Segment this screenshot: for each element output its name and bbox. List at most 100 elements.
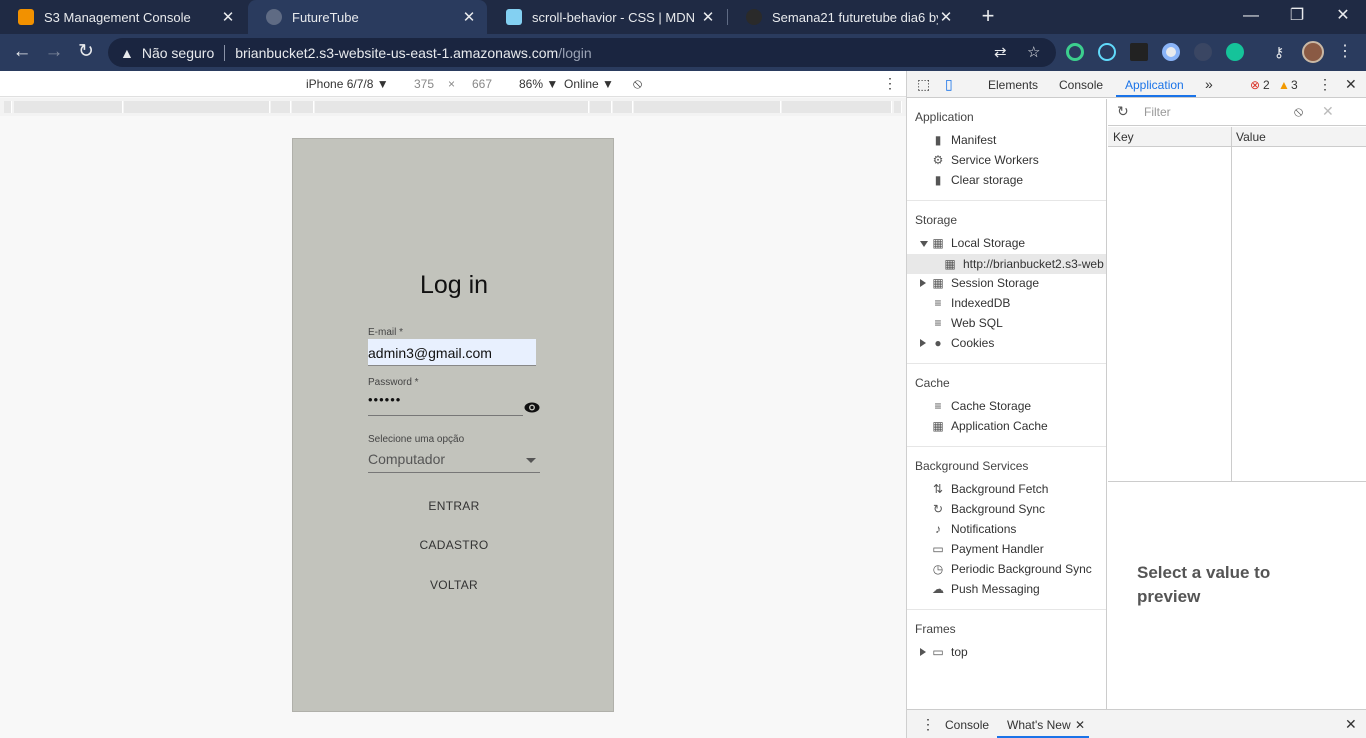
sidebar-item-session-storage[interactable]: ▦ Session Storage	[931, 276, 1039, 290]
clear-all-icon[interactable]: ⦸	[1294, 103, 1303, 120]
sidebar-item-background-fetch[interactable]: ⇅ Background Fetch	[931, 482, 1048, 496]
storage-table-body[interactable]	[1108, 147, 1366, 482]
eye-icon[interactable]	[524, 402, 540, 413]
enter-button[interactable]: ENTRAR	[293, 499, 615, 513]
sidebar-item-payment-handler[interactable]: ▭ Payment Handler	[931, 542, 1043, 556]
reload-button[interactable]: ↻	[73, 40, 99, 66]
close-tab-icon[interactable]: ✕	[700, 8, 716, 26]
ruler-segment[interactable]	[124, 101, 270, 113]
tab-elements[interactable]: Elements	[988, 78, 1038, 92]
close-tab-icon[interactable]: ✕	[1075, 718, 1085, 732]
ruler-segment[interactable]	[894, 101, 902, 113]
device-toggle-icon[interactable]: ▯	[945, 76, 953, 93]
collapsed-arrow-icon[interactable]	[920, 279, 926, 287]
bookmark-star-icon[interactable]: ☆	[1027, 38, 1040, 67]
tab-s3-console[interactable]: S3 Management Console ✕	[0, 0, 246, 34]
address-bar[interactable]: ▲ Não seguro brianbucket2.s3-website-us-…	[108, 38, 1056, 67]
sidebar-item-cookies[interactable]: ● Cookies	[931, 336, 994, 350]
device-select[interactable]: iPhone 6/7/8 ▼	[306, 77, 389, 91]
minimize-button[interactable]: —	[1228, 0, 1274, 34]
menu-icon[interactable]: ⋮	[1336, 43, 1354, 61]
refresh-icon[interactable]: ↻	[1117, 103, 1129, 120]
device-height[interactable]: 667	[472, 77, 492, 91]
warning-count[interactable]: 3	[1291, 78, 1298, 92]
more-tabs-icon[interactable]: »	[1205, 76, 1213, 92]
ruler-segment[interactable]	[14, 101, 123, 113]
close-tab-icon[interactable]: ✕	[461, 8, 477, 26]
ruler-segment[interactable]	[271, 101, 291, 113]
drawer-tab-whats-new[interactable]: What's New	[1007, 718, 1071, 732]
sidebar-item-periodic-sync[interactable]: ◷ Periodic Background Sync	[931, 562, 1092, 576]
back-page-button[interactable]: VOLTAR	[293, 578, 615, 592]
warning-icon[interactable]: ▲	[1278, 78, 1290, 92]
tab-mdn[interactable]: scroll-behavior - CSS | MDN ✕	[488, 0, 726, 34]
inspect-icon[interactable]: ⬚	[917, 76, 930, 93]
delete-selected-icon[interactable]: ✕	[1322, 103, 1334, 120]
sidebar-item-clear-storage[interactable]: ▮ Clear storage	[931, 173, 1023, 187]
ruler-segment[interactable]	[292, 101, 314, 113]
column-value[interactable]: Value	[1236, 130, 1266, 144]
sidebar-item-websql[interactable]: ≡ Web SQL	[931, 316, 1002, 330]
extension-icon[interactable]	[1194, 43, 1212, 61]
sidebar-item-indexeddb[interactable]: ≡ IndexedDB	[931, 296, 1010, 310]
restore-button[interactable]: ❐	[1274, 0, 1320, 34]
ruler-segment[interactable]	[4, 101, 12, 113]
close-window-button[interactable]: ✕	[1320, 0, 1366, 34]
network-select[interactable]: Online ▼	[564, 77, 614, 91]
extension-icon[interactable]	[1130, 43, 1148, 61]
ruler-segment[interactable]	[315, 101, 589, 113]
tab-github[interactable]: Semana21 futuretube dia6 by Bri ✕	[728, 0, 964, 34]
sidebar-item-push-messaging[interactable]: ☁ Push Messaging	[931, 582, 1040, 596]
column-key[interactable]: Key	[1113, 130, 1134, 144]
sidebar-item-frame-top[interactable]: ▭ top	[931, 645, 967, 659]
sidebar-item-local-storage[interactable]: ▦ Local Storage	[931, 236, 1025, 250]
error-icon[interactable]: ⊗	[1250, 78, 1260, 92]
filter-input[interactable]: Filter	[1142, 103, 1274, 122]
zoom-select[interactable]: 86% ▼	[519, 77, 558, 91]
close-drawer-icon[interactable]: ✕	[1345, 716, 1357, 733]
sidebar-item-service-workers[interactable]: ⚙ Service Workers	[931, 153, 1039, 167]
device-width[interactable]: 375	[414, 77, 434, 91]
register-button[interactable]: CADASTRO	[293, 538, 615, 552]
sidebar-item-application-cache[interactable]: ▦ Application Cache	[931, 419, 1047, 433]
translate-icon[interactable]: ⇄	[994, 38, 1007, 67]
extension-icon[interactable]	[1162, 43, 1180, 61]
grammarly-icon[interactable]	[1226, 43, 1244, 61]
error-count[interactable]: 2	[1263, 78, 1270, 92]
warning-icon[interactable]: ▲	[120, 45, 134, 61]
settings-menu-icon[interactable]: ⋮	[1318, 76, 1332, 93]
more-options-icon[interactable]: ⋮	[883, 75, 897, 92]
react-devtools-icon[interactable]	[1098, 43, 1116, 61]
sidebar-item-notifications[interactable]: ♪ Notifications	[931, 522, 1016, 536]
email-field[interactable]: admin3@gmail.com	[368, 339, 536, 366]
tab-console[interactable]: Console	[1059, 78, 1103, 92]
security-status[interactable]: Não seguro	[142, 45, 214, 61]
forward-button[interactable]: →	[41, 40, 67, 66]
close-devtools-icon[interactable]: ✕	[1345, 76, 1357, 93]
extension-icon[interactable]	[1066, 43, 1084, 61]
back-button[interactable]: ←	[9, 40, 35, 66]
close-tab-icon[interactable]: ✕	[220, 8, 236, 26]
ruler-segment[interactable]	[782, 101, 892, 113]
sidebar-item-manifest[interactable]: ▮ Manifest	[931, 133, 997, 147]
sidebar-item-local-origin[interactable]: ▦ http://brianbucket2.s3-web	[907, 254, 1106, 274]
ruler-segment[interactable]	[634, 101, 781, 113]
ruler-segment[interactable]	[590, 101, 612, 113]
new-tab-button[interactable]: +	[976, 4, 1000, 30]
key-icon[interactable]: ⚷	[1270, 43, 1288, 61]
tab-futuretube[interactable]: FutureTube ✕	[248, 0, 487, 34]
tab-application[interactable]: Application	[1125, 78, 1184, 92]
ruler-segment[interactable]	[613, 101, 633, 113]
sidebar-item-cache-storage[interactable]: ≡ Cache Storage	[931, 399, 1031, 413]
password-field[interactable]: ••••••	[368, 392, 523, 416]
avatar[interactable]	[1302, 41, 1324, 63]
close-tab-icon[interactable]: ✕	[938, 8, 954, 26]
drawer-tab-console[interactable]: Console	[945, 718, 989, 732]
collapsed-arrow-icon[interactable]	[920, 648, 926, 656]
rotate-icon[interactable]: ⦸	[633, 75, 642, 92]
option-select[interactable]: Computador	[368, 451, 540, 473]
drawer-menu-icon[interactable]: ⋮	[921, 716, 935, 733]
sidebar-item-background-sync[interactable]: ↻ Background Sync	[931, 502, 1045, 516]
expanded-arrow-icon[interactable]	[920, 241, 928, 247]
collapsed-arrow-icon[interactable]	[920, 339, 926, 347]
